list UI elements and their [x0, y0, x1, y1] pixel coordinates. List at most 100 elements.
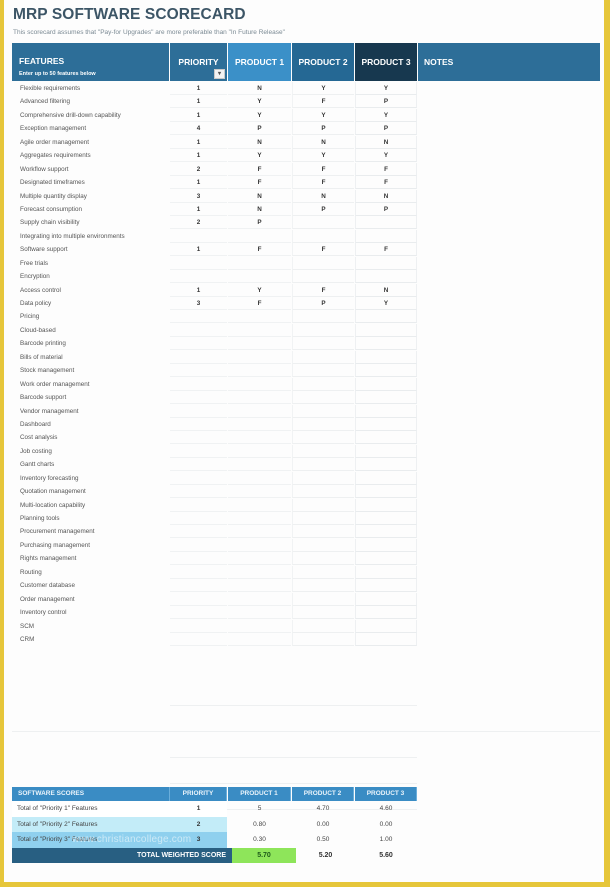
priority-cell[interactable] [170, 472, 227, 485]
priority-cell[interactable]: 1 [170, 95, 227, 109]
product-1-cell[interactable] [228, 458, 291, 472]
product-2-cell[interactable]: P [292, 202, 354, 216]
feature-name[interactable]: SCM [20, 620, 170, 633]
product-2-cell[interactable]: F [292, 95, 354, 109]
priority-cell[interactable]: 2 [170, 216, 227, 230]
product-1-cell[interactable] [228, 499, 291, 512]
product-2-cell[interactable]: N [292, 135, 354, 149]
product-2-cell[interactable] [292, 498, 354, 512]
product-3-cell[interactable] [355, 323, 417, 337]
product-3-cell[interactable]: P [355, 95, 417, 109]
feature-name[interactable]: Comprehensive drill-down capability [20, 109, 170, 122]
priority-cell[interactable] [170, 391, 227, 405]
feature-name[interactable]: CRM [20, 633, 170, 646]
priority-cell[interactable] [170, 620, 227, 633]
product-1-cell[interactable]: P [228, 216, 291, 230]
priority-cell[interactable] [170, 458, 227, 472]
feature-name[interactable]: Advanced filtering [20, 95, 170, 108]
priority-cell[interactable] [170, 566, 227, 579]
product-1-cell[interactable] [228, 364, 291, 378]
feature-name[interactable]: Cloud-based [20, 324, 170, 337]
priority-cell[interactable]: 4 [170, 122, 227, 136]
feature-name[interactable]: Rights management [20, 552, 170, 565]
feature-name[interactable]: Work order management [20, 378, 170, 391]
priority-cell[interactable] [170, 257, 227, 270]
priority-cell[interactable] [170, 431, 227, 445]
product-2-cell[interactable] [292, 565, 354, 579]
priority-cell[interactable]: 2 [170, 163, 227, 176]
priority-cell[interactable]: 3 [170, 297, 227, 310]
product-3-cell[interactable]: F [355, 243, 417, 257]
priority-cell[interactable] [170, 485, 227, 499]
product-3-cell[interactable] [355, 525, 417, 539]
product-3-cell[interactable] [355, 632, 417, 646]
product-2-cell[interactable]: Y [292, 108, 354, 122]
priority-cell[interactable]: 1 [170, 284, 227, 297]
product-3-cell[interactable] [355, 256, 417, 270]
product-3-cell[interactable]: N [355, 135, 417, 149]
product-2-cell[interactable]: N [292, 189, 354, 203]
product-3-cell[interactable] [355, 471, 417, 485]
product-1-cell[interactable]: P [228, 122, 291, 136]
product-1-cell[interactable] [228, 485, 291, 499]
product-3-cell[interactable] [355, 498, 417, 512]
priority-cell[interactable]: 1 [170, 203, 227, 216]
feature-name[interactable]: Bills of material [20, 351, 170, 364]
feature-name[interactable]: Designated timeframes [20, 176, 170, 189]
priority-cell[interactable] [170, 499, 227, 512]
product-3-cell[interactable]: P [355, 122, 417, 136]
feature-name[interactable]: Dashboard [20, 418, 170, 431]
priority-cell[interactable]: 1 [170, 243, 227, 257]
product-2-cell[interactable] [292, 337, 354, 351]
priority-cell[interactable] [170, 633, 227, 646]
feature-name[interactable]: Data policy [20, 297, 170, 310]
priority-cell[interactable] [170, 230, 227, 243]
product-2-cell[interactable] [292, 417, 354, 431]
product-2-cell[interactable] [292, 431, 354, 445]
product-1-cell[interactable]: N [228, 82, 291, 95]
product-2-cell[interactable] [292, 270, 354, 284]
priority-cell[interactable] [170, 378, 227, 391]
product-1-cell[interactable]: Y [228, 284, 291, 297]
product-1-cell[interactable] [228, 472, 291, 485]
priority-cell[interactable]: 1 [170, 109, 227, 122]
priority-cell[interactable] [170, 552, 227, 566]
product-2-cell[interactable]: P [292, 297, 354, 310]
product-3-cell[interactable] [355, 619, 417, 633]
priority-cell[interactable] [170, 445, 227, 458]
priority-cell[interactable]: 1 [170, 82, 227, 95]
product-1-cell[interactable]: F [228, 297, 291, 310]
priority-cell[interactable] [170, 337, 227, 351]
product-2-cell[interactable] [292, 525, 354, 539]
product-1-cell[interactable]: Y [228, 109, 291, 122]
product-2-cell[interactable] [292, 458, 354, 472]
product-2-cell[interactable]: F [292, 243, 354, 257]
product-3-cell[interactable]: P [355, 202, 417, 216]
product-1-cell[interactable] [228, 324, 291, 337]
product-3-cell[interactable]: N [355, 189, 417, 203]
product-3-cell[interactable] [355, 552, 417, 566]
product-3-cell[interactable] [355, 606, 417, 620]
feature-name[interactable]: Multiple quantity display [20, 190, 170, 203]
feature-name[interactable]: Inventory forecasting [20, 472, 170, 485]
product-1-cell[interactable]: Y [228, 149, 291, 163]
product-1-cell[interactable] [228, 525, 291, 539]
priority-cell[interactable] [170, 606, 227, 620]
product-1-cell[interactable] [228, 310, 291, 324]
product-1-cell[interactable] [228, 257, 291, 270]
priority-cell[interactable]: 1 [170, 149, 227, 163]
feature-name[interactable]: Supply chain visibility [20, 216, 170, 229]
priority-cell[interactable]: 1 [170, 136, 227, 149]
feature-name[interactable]: Procurement management [20, 525, 170, 538]
product-3-cell[interactable]: N [355, 283, 417, 297]
product-3-cell[interactable]: Y [355, 108, 417, 122]
feature-name[interactable]: Encryption [20, 270, 170, 283]
feature-name[interactable]: Integrating into multiple environments [20, 230, 170, 243]
product-2-cell[interactable] [292, 538, 354, 552]
priority-cell[interactable] [170, 593, 227, 606]
product-2-cell[interactable] [292, 350, 354, 364]
product-1-cell[interactable] [228, 270, 291, 284]
feature-name[interactable]: Planning tools [20, 512, 170, 525]
product-2-cell[interactable] [292, 444, 354, 458]
feature-name[interactable]: Pricing [20, 310, 170, 323]
